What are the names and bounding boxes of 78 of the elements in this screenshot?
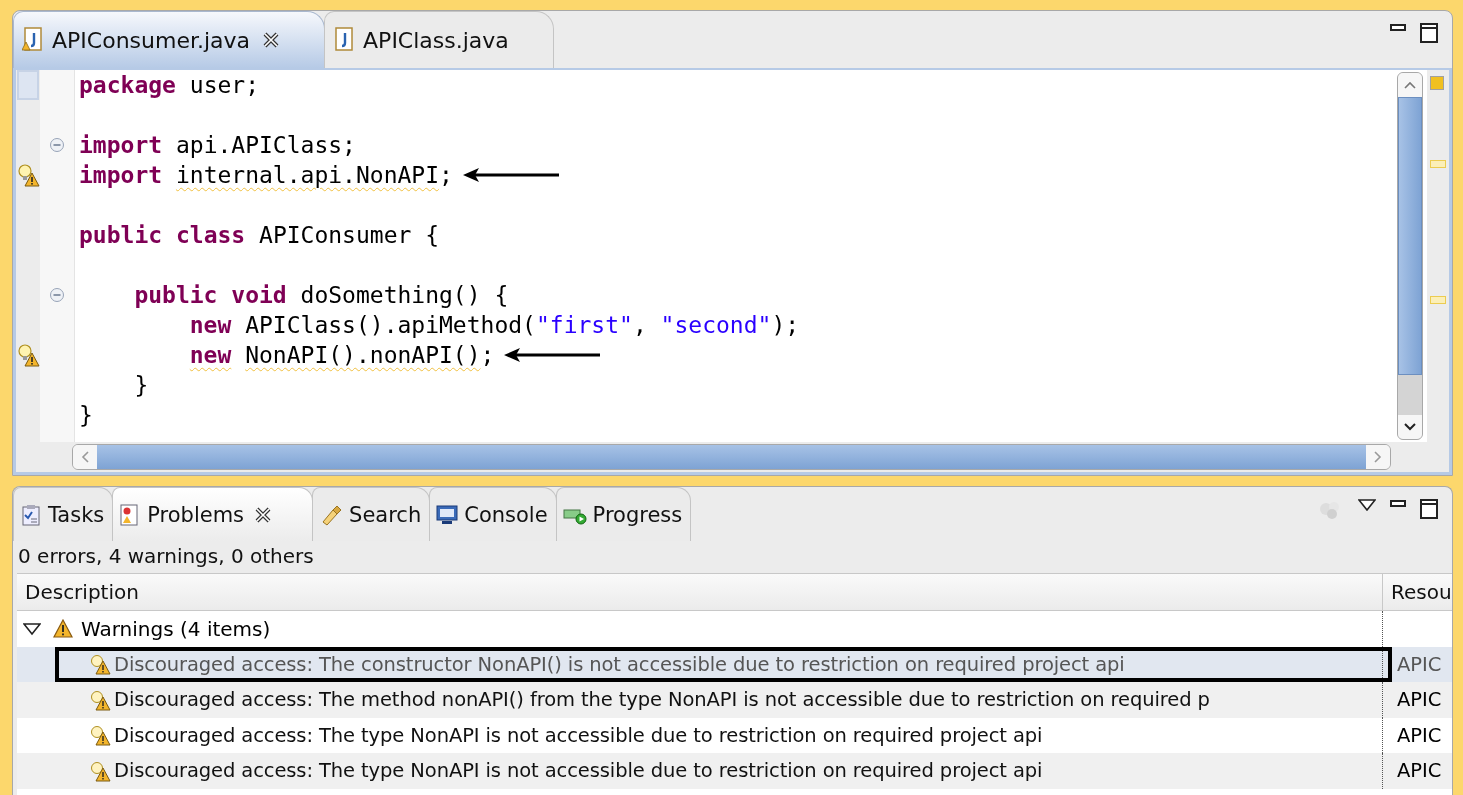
chevron-up-icon xyxy=(1404,81,1416,89)
view-menu-icon[interactable] xyxy=(1358,499,1376,511)
java-file-icon xyxy=(22,27,44,53)
code-token: ); xyxy=(771,311,800,340)
warning-marker-icon[interactable] xyxy=(1430,160,1446,168)
close-icon[interactable] xyxy=(254,505,273,524)
minimize-icon[interactable] xyxy=(1390,499,1406,509)
code-token: public xyxy=(134,281,218,310)
problem-description: Discouraged access: The method nonAPI() from the type NonAPI is not accessible due to restriction on required p xyxy=(114,688,1210,712)
warning-marker-icon[interactable] xyxy=(1430,296,1446,304)
code-token: new xyxy=(189,341,232,370)
group-label[interactable]: Warnings (4 items) xyxy=(81,616,271,641)
lightbulb-warning-icon[interactable] xyxy=(16,343,40,367)
warning-lightbulb-icon xyxy=(89,653,111,676)
maximize-icon[interactable] xyxy=(1420,499,1438,519)
warning-summary-icon xyxy=(1430,76,1444,90)
resource-cell-text: APIC xyxy=(1396,688,1442,712)
chevron-left-icon xyxy=(81,451,89,463)
code-token: public xyxy=(79,221,163,250)
problem-row[interactable]: Discouraged access: The constructor NonAPI() is not accessible due to restriction on required project api APIC xyxy=(17,646,1452,682)
code-token: ; xyxy=(439,161,453,190)
resource-cell-text: APIC xyxy=(1396,723,1442,747)
view-tab[interactable]: Progress xyxy=(555,487,692,541)
code-token: } xyxy=(79,401,93,430)
problem-description: Discouraged access: The type NonAPI is not accessible due to restriction on required project api xyxy=(114,759,1043,783)
warning-lightbulb-icon xyxy=(89,688,111,711)
warning-lightbulb-icon xyxy=(89,724,111,747)
problem-row[interactable]: Discouraged access: The method nonAPI() from the type NonAPI is not accessible due to restriction on required p APIC xyxy=(17,682,1452,718)
code-token: APIConsumer { xyxy=(259,221,440,250)
close-icon[interactable] xyxy=(262,31,281,49)
code-token: new xyxy=(189,311,232,340)
code-token: void xyxy=(231,281,287,310)
scroll-thumb[interactable] xyxy=(1398,97,1422,375)
problem-description: Discouraged access: The constructor NonAPI() is not accessible due to restriction on required project api xyxy=(114,652,1125,676)
chevron-right-icon xyxy=(1374,451,1382,463)
scroll-up-button[interactable] xyxy=(1398,73,1422,97)
scroll-down-button[interactable] xyxy=(1398,415,1422,439)
code-token: doSomething() { xyxy=(300,281,509,310)
resource-cell-text: APIC xyxy=(1396,652,1442,676)
resource-cell-text: APIC xyxy=(1396,759,1442,783)
code-token: "second" xyxy=(660,311,772,340)
code-token: class xyxy=(175,221,246,250)
expand-toggle-icon[interactable] xyxy=(23,621,41,636)
code-token: APIClass().apiMethod( xyxy=(245,311,536,340)
fold-icon[interactable] xyxy=(49,137,65,153)
java-file-icon xyxy=(333,27,356,53)
scroll-right-button[interactable] xyxy=(1366,445,1390,469)
warning-icon xyxy=(53,618,73,639)
code-token: user; xyxy=(189,71,260,100)
code-token: internal.api.NonAPI xyxy=(175,161,440,190)
code-token: import xyxy=(79,161,163,190)
code-token: NonAPI().nonAPI() xyxy=(244,341,481,370)
scroll-left-button[interactable] xyxy=(73,445,97,469)
problems-summary: 0 errors, 4 warnings, 0 others xyxy=(17,543,315,570)
vertical-scrollbar[interactable] xyxy=(1397,72,1423,440)
code-token: api.APIClass; xyxy=(175,131,356,160)
maximize-icon[interactable] xyxy=(1420,23,1438,43)
code-token: package xyxy=(79,71,176,100)
code-token: ; xyxy=(480,341,495,370)
fold-icon[interactable] xyxy=(49,287,65,303)
column-header[interactable]: Description xyxy=(17,574,1383,610)
code-token: } xyxy=(134,371,149,400)
clipboard-icon xyxy=(20,503,42,526)
editor-tab[interactable]: APIConsumer.java xyxy=(13,11,326,68)
change-marker-icon xyxy=(17,70,39,100)
monitor-icon xyxy=(436,503,459,526)
code-token: "first" xyxy=(535,311,633,340)
chevron-down-icon xyxy=(1404,423,1416,431)
problem-row[interactable]: Discouraged access: The type NonAPI is not accessible due to restriction on required project api APIC xyxy=(17,753,1452,789)
view-tab[interactable]: Tasks xyxy=(13,487,114,541)
minimize-icon[interactable] xyxy=(1390,23,1406,33)
code-token: , xyxy=(632,311,647,340)
problem-description: Discouraged access: The type NonAPI is not accessible due to restriction on required project api xyxy=(114,723,1043,747)
column-header[interactable]: Resou xyxy=(1383,574,1452,610)
code-token: import xyxy=(79,131,163,160)
editor-tab[interactable]: APIClass.java xyxy=(324,11,554,68)
warning-lightbulb-icon xyxy=(89,759,111,782)
lightbulb-warning-icon[interactable] xyxy=(16,163,40,187)
